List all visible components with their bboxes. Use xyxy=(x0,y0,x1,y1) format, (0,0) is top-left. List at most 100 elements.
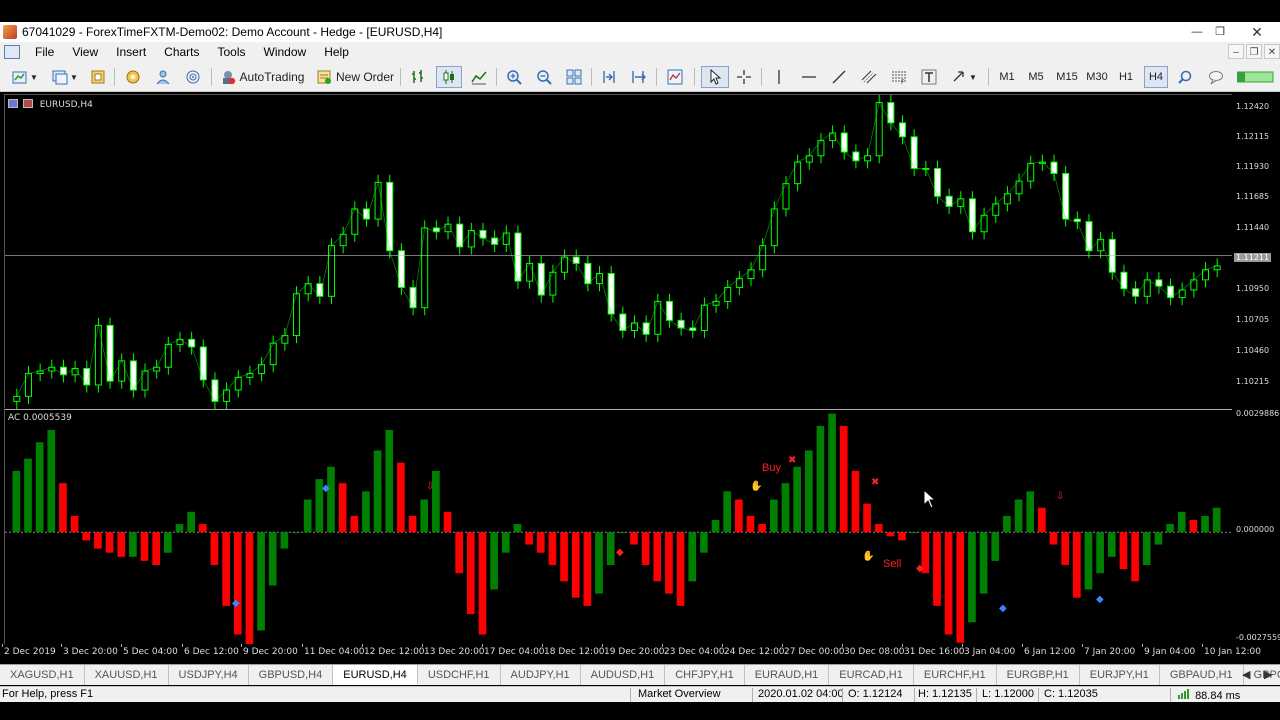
symbol-tab[interactable]: USDCHF,H1 xyxy=(418,665,501,685)
chart-document-icon[interactable] xyxy=(4,45,20,59)
symbol-tab[interactable]: AUDUSD,H1 xyxy=(581,665,666,685)
symbol-tab[interactable]: GBPAUD,H1 xyxy=(1160,665,1244,685)
chat-button[interactable] xyxy=(1204,66,1228,88)
bar-chart-button[interactable] xyxy=(406,66,430,88)
status-separator xyxy=(914,688,915,702)
ac-bar xyxy=(1049,532,1058,545)
navigator-button[interactable] xyxy=(152,66,174,88)
fibonacci-tool-button[interactable]: F xyxy=(888,66,910,88)
child-minimize-button[interactable]: – xyxy=(1228,44,1244,59)
flag-icon xyxy=(22,99,33,108)
symbol-tab[interactable]: XAGUSD,H1 xyxy=(0,665,85,685)
sell-signal-label: Sell xyxy=(883,558,901,570)
menu-file[interactable]: File xyxy=(26,45,63,59)
timeframe-m5-button[interactable]: M5 xyxy=(1025,66,1047,88)
new-chart-button[interactable]: ▼ xyxy=(8,66,42,88)
symbol-tab[interactable]: EURJPY,H1 xyxy=(1080,665,1160,685)
symbol-tab[interactable]: EURGBP,H1 xyxy=(997,665,1080,685)
timeframe-h4-button[interactable]: H4 xyxy=(1144,66,1168,88)
vertical-line-tool-button[interactable] xyxy=(768,66,790,88)
ac-bar xyxy=(338,483,347,533)
timeframe-h1-button[interactable]: H1 xyxy=(1115,66,1137,88)
time-tick-mark xyxy=(842,644,843,647)
zoom-in-button[interactable] xyxy=(502,66,526,88)
mouse-cursor-icon xyxy=(923,488,937,509)
close-button[interactable]: ✕ xyxy=(1247,23,1267,41)
autotrading-button[interactable]: AutoTrading xyxy=(217,66,307,88)
timeframe-m30-button[interactable]: M30 xyxy=(1084,66,1110,88)
symbol-tab[interactable]: USDJPY,H4 xyxy=(169,665,249,685)
indicator-tick-label: 0.000000 xyxy=(1236,525,1275,534)
ac-bar xyxy=(129,532,137,557)
symbol-tab[interactable]: EURAUD,H1 xyxy=(745,665,830,685)
profiles-button[interactable]: ▼ xyxy=(48,66,82,88)
ac-bar xyxy=(268,532,277,586)
symbol-tab[interactable]: GBPUSD,H4 xyxy=(249,665,334,685)
price-axis[interactable]: 1.12420 1.12115 1.11930 1.11685 1.11440 1.112… xyxy=(1232,94,1280,408)
trendline-icon xyxy=(832,70,846,84)
market-watch-button[interactable] xyxy=(87,66,109,88)
trendline-tool-button[interactable] xyxy=(828,66,850,88)
line-chart-button[interactable] xyxy=(467,66,491,88)
child-restore-button[interactable]: ❐ xyxy=(1246,44,1262,59)
indicator-window[interactable]: Buy Sell ◆ ◆ ◆ ◆ ◆ ◆ ⇩ ⇩ ✖ ✖ ✋ ✋ AC 0.0005539 xyxy=(4,409,1233,647)
text-tool-button[interactable] xyxy=(918,66,940,88)
tab-scroll-left-icon[interactable]: ◀ xyxy=(1242,665,1250,685)
price-tick-label: 1.12420 xyxy=(1236,102,1270,111)
search-button[interactable] xyxy=(1174,66,1196,88)
tile-windows-button[interactable] xyxy=(562,66,586,88)
ac-bar xyxy=(770,499,778,533)
price-chart[interactable]: EURUSD,H4 xyxy=(4,94,1233,409)
ac-bar xyxy=(152,532,160,565)
ac-bar xyxy=(874,524,883,533)
symbol-tab[interactable]: AUDJPY,H1 xyxy=(501,665,581,685)
time-tick-mark xyxy=(1022,644,1023,647)
candlestick-chart-button[interactable] xyxy=(436,66,462,88)
indicator-axis[interactable]: 0.0029886 0.000000 -0.0027559 xyxy=(1232,409,1280,644)
menu-tools[interactable]: Tools xyxy=(209,45,255,59)
data-window-button[interactable] xyxy=(122,66,144,88)
ac-bar xyxy=(1131,532,1139,582)
close-line xyxy=(16,101,1218,403)
restore-button[interactable]: ❐ xyxy=(1210,23,1230,41)
menu-window[interactable]: Window xyxy=(255,45,316,59)
menu-view[interactable]: View xyxy=(63,45,107,59)
new-order-button[interactable]: New Order xyxy=(314,66,396,88)
menu-insert[interactable]: Insert xyxy=(107,45,155,59)
cross-icon: ✖ xyxy=(788,455,796,466)
tab-scroll-right-icon[interactable]: ▶ xyxy=(1264,665,1272,685)
timeframe-m15-button[interactable]: M15 xyxy=(1054,66,1080,88)
chart-shift-button[interactable] xyxy=(597,66,621,88)
symbol-tab[interactable]: XAUUSD,H1 xyxy=(85,665,169,685)
timeframe-m1-button[interactable]: M1 xyxy=(996,66,1018,88)
ac-bar xyxy=(1061,532,1069,565)
arrows-tool-button[interactable]: ▼ xyxy=(948,66,980,88)
time-tick-mark xyxy=(1142,644,1143,647)
symbol-tab[interactable]: CHFJPY,H1 xyxy=(665,665,745,685)
auto-scroll-button[interactable] xyxy=(627,66,651,88)
time-tick-mark xyxy=(1082,644,1083,647)
status-profile[interactable]: Market Overview xyxy=(638,688,721,700)
title-bar: 67041029 - ForexTimeFXTM-Demo02: Demo Ac… xyxy=(0,22,1280,42)
child-close-button[interactable]: ✕ xyxy=(1264,44,1280,59)
symbol-tab[interactable]: EURCHF,H1 xyxy=(914,665,997,685)
menu-help[interactable]: Help xyxy=(315,45,358,59)
ac-bar xyxy=(59,483,67,533)
horizontal-line-tool-button[interactable] xyxy=(798,66,820,88)
symbol-tab[interactable]: EURCAD,H1 xyxy=(829,665,914,685)
channel-tool-button[interactable] xyxy=(858,66,880,88)
ac-bar xyxy=(1003,515,1011,533)
ac-bar xyxy=(1073,532,1081,598)
terminal-button[interactable] xyxy=(182,66,204,88)
crosshair-tool-button[interactable] xyxy=(733,66,755,88)
minimize-button[interactable]: — xyxy=(1187,23,1207,41)
indicators-button[interactable] xyxy=(662,66,688,88)
menu-charts[interactable]: Charts xyxy=(155,45,208,59)
status-help: For Help, press F1 xyxy=(2,688,94,700)
zoom-out-button[interactable] xyxy=(532,66,556,88)
ac-bar xyxy=(210,532,219,565)
ac-bar xyxy=(560,532,568,582)
ac-bar xyxy=(350,515,359,533)
symbol-tab[interactable]: EURUSD,H4 xyxy=(333,665,418,685)
cursor-tool-button[interactable] xyxy=(701,66,729,88)
